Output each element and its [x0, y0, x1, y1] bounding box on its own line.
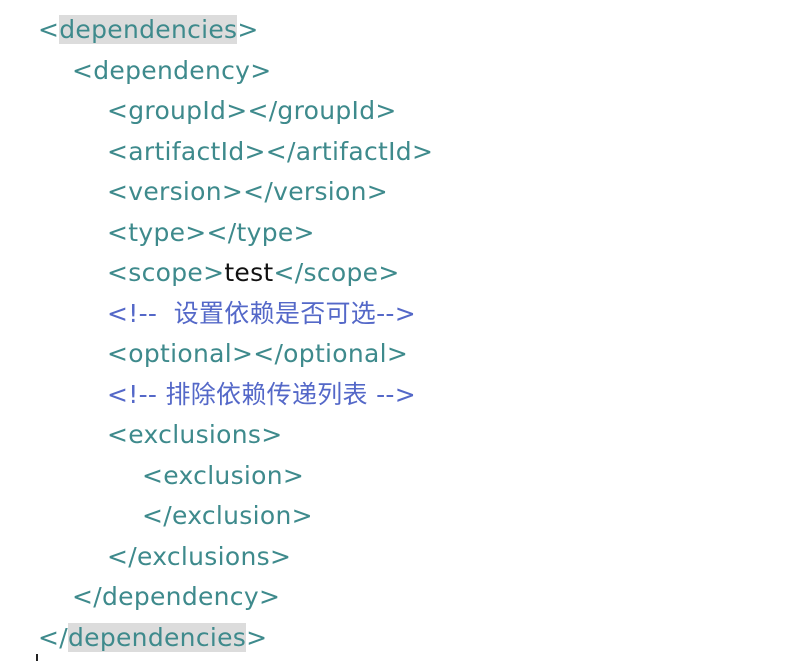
code-line: <scope>test</scope>: [107, 253, 400, 293]
xml-tag: <groupId></groupId>: [107, 96, 397, 125]
xml-text-value: test: [224, 258, 274, 287]
xml-tag: >: [246, 622, 268, 652]
xml-tag: <scope>: [107, 258, 225, 287]
xml-comment: <!-- 设置依赖是否可选-->: [107, 298, 416, 328]
code-line: <dependencies>: [38, 10, 259, 50]
code-line: <version></version>: [107, 172, 388, 212]
xml-tag: dependencies: [67, 622, 247, 652]
xml-tag: <exclusion>: [142, 460, 305, 490]
code-line: <!-- 排除依赖传递列表 -->: [107, 375, 416, 415]
code-line: <dependency>: [72, 51, 271, 91]
xml-tag: </dependency>: [72, 582, 281, 611]
xml-tag: <type></type>: [107, 217, 315, 247]
xml-tag: dependencies: [59, 15, 238, 44]
xml-tag: <artifactId></artifactId>: [107, 136, 434, 166]
xml-tag: <dependency>: [72, 55, 272, 85]
xml-tag: >: [237, 15, 259, 44]
code-line: <groupId></groupId>: [107, 91, 397, 131]
xml-comment: <!-- 排除依赖传递列表 -->: [107, 379, 416, 409]
xml-tag: <version></version>: [107, 177, 389, 206]
xml-tag: <optional></optional>: [107, 339, 409, 368]
xml-tag: </exclusion>: [142, 501, 313, 530]
code-line: </exclusions>: [107, 537, 291, 577]
code-line: <exclusions>: [107, 415, 282, 455]
text-cursor: [36, 654, 38, 661]
code-line: <!-- 设置依赖是否可选-->: [107, 294, 416, 334]
xml-tag: </: [38, 622, 68, 652]
xml-tag: </exclusions>: [107, 541, 292, 571]
code-line: <type></type>: [107, 213, 315, 253]
code-line: </dependencies>: [38, 618, 267, 658]
code-line: <optional></optional>: [107, 334, 408, 374]
code-line: </dependency>: [72, 577, 280, 617]
code-line: <artifactId></artifactId>: [107, 132, 433, 172]
code-line: </exclusion>: [142, 496, 313, 536]
xml-tag: <: [38, 15, 60, 44]
xml-tag: <exclusions>: [107, 420, 283, 449]
code-line: <exclusion>: [142, 456, 304, 496]
xml-tag: </scope>: [273, 258, 400, 287]
